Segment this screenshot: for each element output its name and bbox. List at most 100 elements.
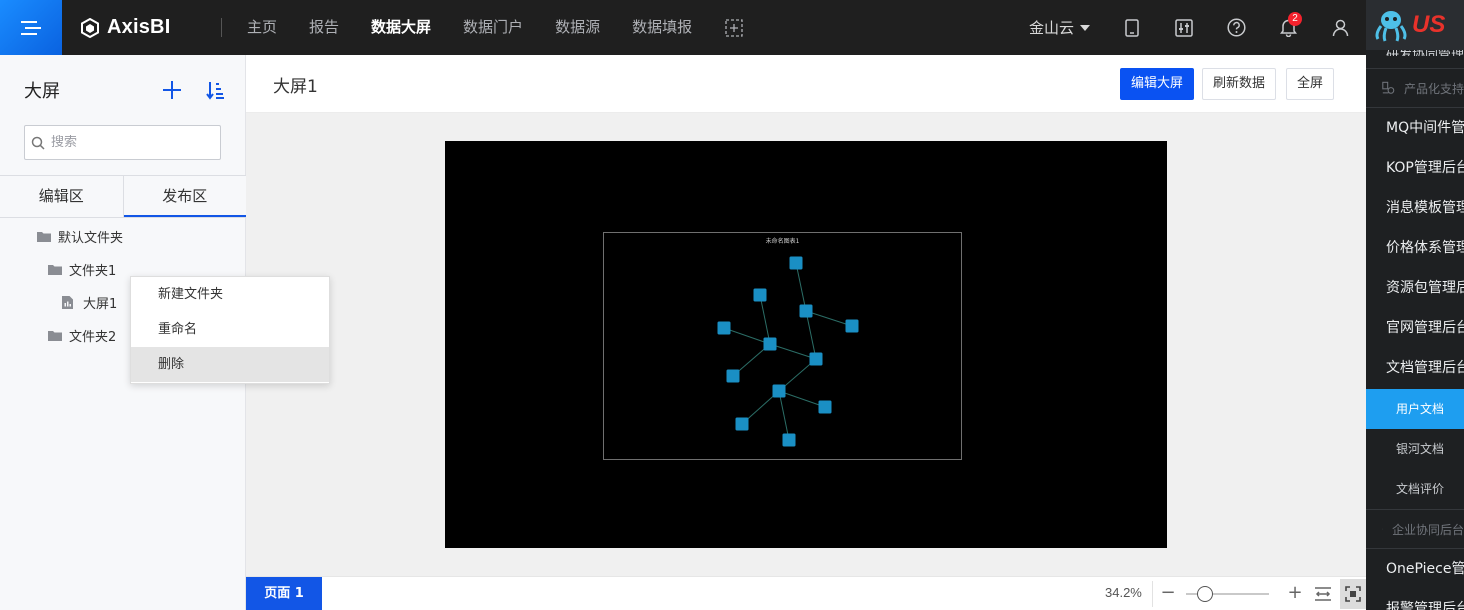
notification-badge: 2: [1288, 11, 1302, 26]
screen-preview[interactable]: 未命名图表1: [445, 141, 1167, 548]
help-icon: [1226, 18, 1246, 37]
nav-data-fill[interactable]: 数据填报: [621, 0, 713, 55]
graph-node[interactable]: [735, 417, 749, 431]
panel-item-mq[interactable]: MQ中间件管理: [1366, 108, 1464, 148]
zoom-out-button[interactable]: −: [1158, 583, 1178, 603]
graph-edge: [778, 390, 790, 441]
add-box-icon: [725, 18, 743, 37]
caret-down-icon: [1080, 24, 1090, 31]
refresh-data-button[interactable]: 刷新数据: [1202, 68, 1277, 100]
panel-item-msg[interactable]: 消息模板管理: [1366, 188, 1464, 228]
panel-group-label: 产品化支持: [1403, 81, 1464, 96]
graph-node[interactable]: [789, 256, 803, 270]
slider-handle[interactable]: [1197, 586, 1214, 602]
panel-group-enterprise: 企业协同后台: [1366, 509, 1464, 549]
nav-home[interactable]: 主页: [236, 0, 298, 55]
context-menu: 新建文件夹 重命名 删除: [130, 276, 330, 384]
graph-widget[interactable]: 未命名图表1: [603, 232, 962, 460]
search-input[interactable]: [51, 135, 211, 150]
folder-icon: [37, 232, 51, 242]
nav-data-portal[interactable]: 数据门户: [452, 0, 544, 55]
top-right-tools: 金山云 2: [1029, 0, 1366, 55]
panel-sub-yinhe[interactable]: 银河文档: [1366, 429, 1464, 469]
add-screen-button[interactable]: [161, 79, 183, 101]
folder-icon: [48, 331, 62, 341]
menu-item-new-folder[interactable]: 新建文件夹: [131, 277, 329, 312]
panel-item-website[interactable]: 官网管理后台: [1366, 308, 1464, 348]
graph-node[interactable]: [799, 304, 813, 318]
nav-data-screen[interactable]: 数据大屏: [360, 0, 452, 55]
panel-item-price[interactable]: 价格体系管理: [1366, 228, 1464, 268]
zoom-level: 34.2%: [1105, 585, 1142, 600]
settings-panel-button[interactable]: [1174, 18, 1194, 38]
fit-screen-button[interactable]: [1340, 579, 1366, 609]
tree-item-screen1[interactable]: 大屏1: [62, 293, 117, 312]
tree-item-folder1[interactable]: 文件夹1: [48, 260, 116, 279]
graph-node[interactable]: [726, 369, 740, 383]
edit-screen-button[interactable]: 编辑大屏: [1120, 68, 1195, 100]
menu-toggle-button[interactable]: [0, 0, 62, 55]
sort-icon: [206, 82, 224, 100]
fit-width-button[interactable]: [1314, 585, 1332, 603]
graph-node[interactable]: [763, 337, 777, 351]
menu-icon: [21, 20, 41, 35]
nav-reports[interactable]: 报告: [298, 0, 360, 55]
graph-node[interactable]: [809, 352, 823, 366]
top-bar: AxisBI 主页 报告 数据大屏 数据门户 数据源 数据填报 金山云 2: [0, 0, 1366, 55]
menu-item-delete[interactable]: 删除: [131, 347, 329, 382]
fullscreen-button[interactable]: 全屏: [1286, 68, 1335, 100]
sort-button[interactable]: [206, 79, 226, 101]
panel-item-report[interactable]: 报警管理后台: [1366, 589, 1464, 610]
tenant-selector[interactable]: 金山云: [1029, 17, 1090, 38]
nav-add-box[interactable]: [725, 0, 745, 55]
panel-sub-review[interactable]: 文档评价: [1366, 469, 1464, 509]
panel-logo[interactable]: US: [1366, 0, 1464, 50]
tenant-name: 金山云: [1028, 19, 1074, 37]
right-side-panel: 研发协同管理平台 US 产品化支持 MQ中间件管理 KOP管理后台 消息模板管理…: [1366, 0, 1464, 610]
main-nav: 主页 报告 数据大屏 数据门户 数据源 数据填报: [236, 0, 745, 55]
tree-item-label: 文件夹2: [69, 330, 117, 345]
panel-item-doc[interactable]: 文档管理后台: [1366, 348, 1464, 388]
nav-data-source[interactable]: 数据源: [544, 0, 621, 55]
network-graph: [717, 256, 859, 447]
zoom-in-button[interactable]: +: [1285, 583, 1305, 603]
canvas-area: 未命名图表1: [246, 113, 1366, 576]
panel-group-product: 产品化支持: [1366, 68, 1464, 108]
tree-item-label: 大屏1: [83, 297, 118, 312]
graph-node[interactable]: [782, 433, 796, 447]
graph-edge: [778, 390, 826, 408]
panel-item-resource[interactable]: 资源包管理后台: [1366, 268, 1464, 308]
menu-item-rename[interactable]: 重命名: [131, 312, 329, 347]
zoom-divider: [1152, 581, 1153, 607]
graph-node[interactable]: [845, 319, 859, 333]
app-name: AxisBI: [107, 16, 171, 38]
tab-publish-area[interactable]: 发布区: [123, 176, 246, 217]
app-logo[interactable]: AxisBI: [80, 0, 170, 55]
graph-node[interactable]: [753, 288, 767, 302]
search-icon: [31, 136, 45, 150]
graph-node[interactable]: [818, 400, 832, 414]
folder-icon: [48, 265, 62, 275]
graph-node[interactable]: [717, 321, 731, 335]
graph-node[interactable]: [772, 384, 786, 398]
user-button[interactable]: [1330, 18, 1350, 38]
sidebar-title: 大屏: [24, 81, 60, 102]
bottom-bar: 页面 1 34.2% − +: [246, 576, 1366, 610]
tree-item-folder2[interactable]: 文件夹2: [48, 326, 116, 345]
tablet-button[interactable]: [1122, 18, 1142, 38]
graph-edge: [759, 294, 771, 345]
panel-item-onepiece[interactable]: OnePiece管理: [1366, 549, 1464, 589]
page-tab[interactable]: 页面 1: [246, 577, 322, 610]
graph-edge: [769, 343, 817, 360]
panel-item-kop[interactable]: KOP管理后台: [1366, 148, 1464, 188]
tree-item-default-folder[interactable]: 默认文件夹: [37, 227, 123, 246]
user-icon: [1332, 19, 1348, 36]
notifications-button[interactable]: 2: [1278, 11, 1302, 38]
octopus-icon: [1375, 11, 1407, 42]
panel-sub-user-doc[interactable]: 用户文档: [1366, 389, 1464, 429]
zoom-slider[interactable]: [1186, 584, 1269, 604]
help-button[interactable]: [1226, 18, 1246, 38]
tab-edit-area[interactable]: 编辑区: [0, 176, 124, 217]
tree-item-label: 文件夹1: [69, 264, 117, 279]
panel-group-label: 企业协同后台: [1391, 522, 1464, 537]
